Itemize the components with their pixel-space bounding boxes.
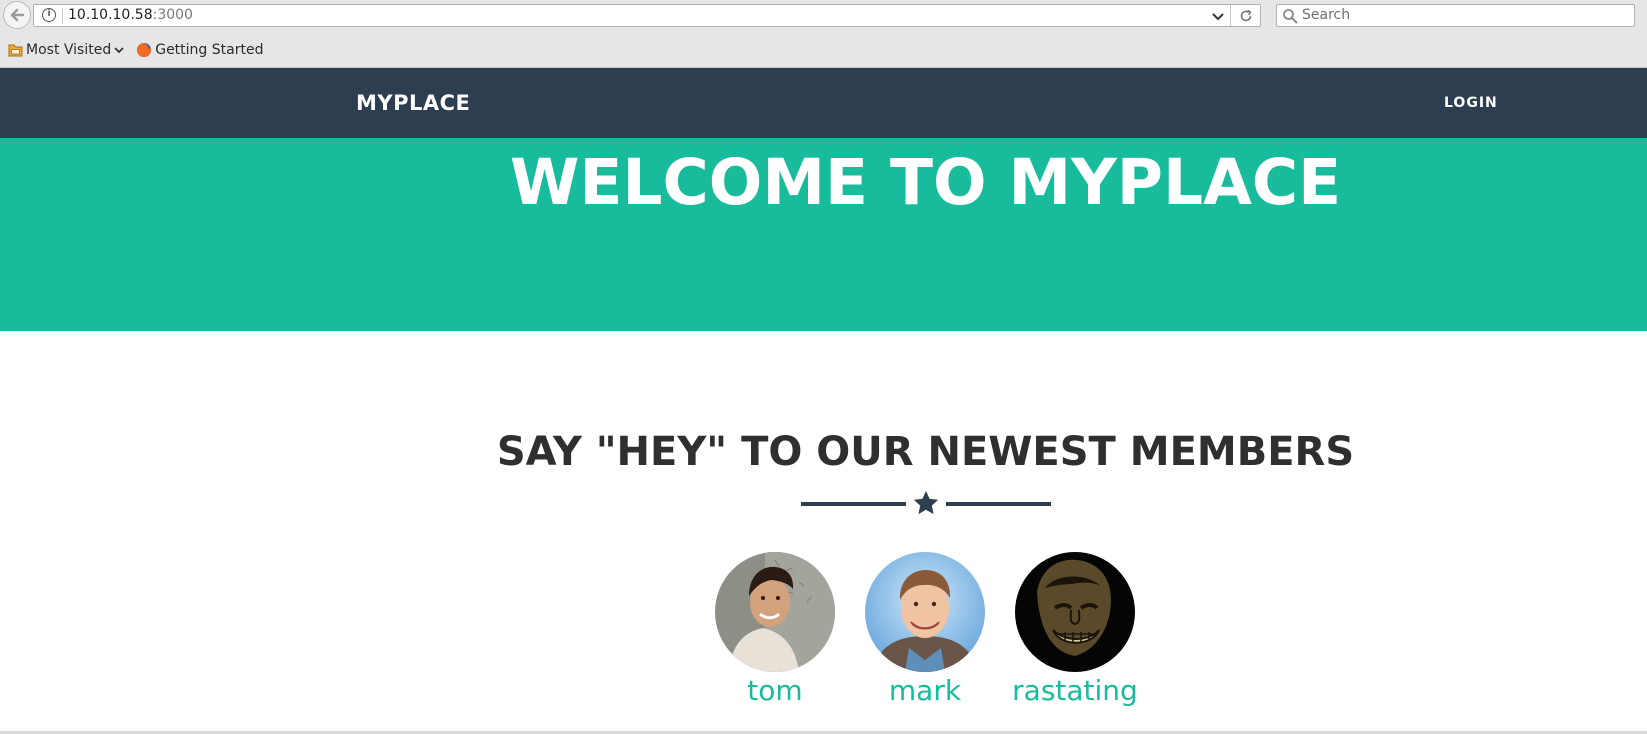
member-card[interactable]: mark [850,552,1000,707]
site-navbar: MYPLACE LOGIN [0,68,1647,138]
search-icon [1283,9,1298,24]
member-card[interactable]: tom [700,552,850,707]
bookmark-label: Getting Started [155,42,264,58]
star-icon [913,491,939,515]
reload-button[interactable] [1230,5,1260,26]
firefox-icon [137,43,152,57]
search-bar[interactable]: Search [1276,4,1635,27]
brand-logo-link[interactable]: MYPLACE [356,91,470,115]
bookmark-most-visited[interactable]: Most Visited [8,42,128,58]
star-divider [801,491,1051,515]
member-card[interactable]: rastating [1000,552,1150,707]
avatar-photo [1015,552,1135,672]
chevron-down-icon [114,47,124,54]
reload-icon [1240,9,1251,21]
avatar-photo [865,552,985,672]
url-text[interactable]: 10.10.10.58:3000 [68,7,193,23]
bookmark-getting-started[interactable]: Getting Started [136,42,263,58]
url-separator [62,8,63,24]
member-name-link[interactable]: tom [700,674,850,707]
back-arrow-icon [10,8,25,22]
avatar[interactable] [1015,552,1135,672]
back-button[interactable] [3,1,31,29]
browser-toolbar: i 10.10.10.58:3000 Search Most Visited G… [0,0,1647,68]
url-port: :3000 [152,7,193,23]
bookmark-label: Most Visited [26,42,112,58]
section-title: SAY "HEY" TO OUR NEWEST MEMBERS [496,429,1355,475]
chevron-down-icon[interactable] [1210,8,1226,24]
member-name-link[interactable]: rastating [1000,674,1150,707]
hero-title: WELCOME TO MYPLACE [509,146,1342,219]
avatar-photo [715,552,835,672]
avatar[interactable] [865,552,985,672]
search-placeholder: Search [1302,7,1351,23]
login-link[interactable]: LOGIN [1444,95,1498,111]
members-list: tom mark rastating [0,552,1647,712]
hero-banner: WELCOME TO MYPLACE [0,138,1647,331]
url-host: 10.10.10.58 [68,7,153,23]
avatar[interactable] [715,552,835,672]
url-bar[interactable]: i 10.10.10.58:3000 [33,4,1261,27]
site-info-icon[interactable]: i [42,8,56,22]
member-name-link[interactable]: mark [850,674,1000,707]
bookmarks-toolbar: Most Visited Getting Started [0,38,263,62]
folder-icon [8,44,23,57]
